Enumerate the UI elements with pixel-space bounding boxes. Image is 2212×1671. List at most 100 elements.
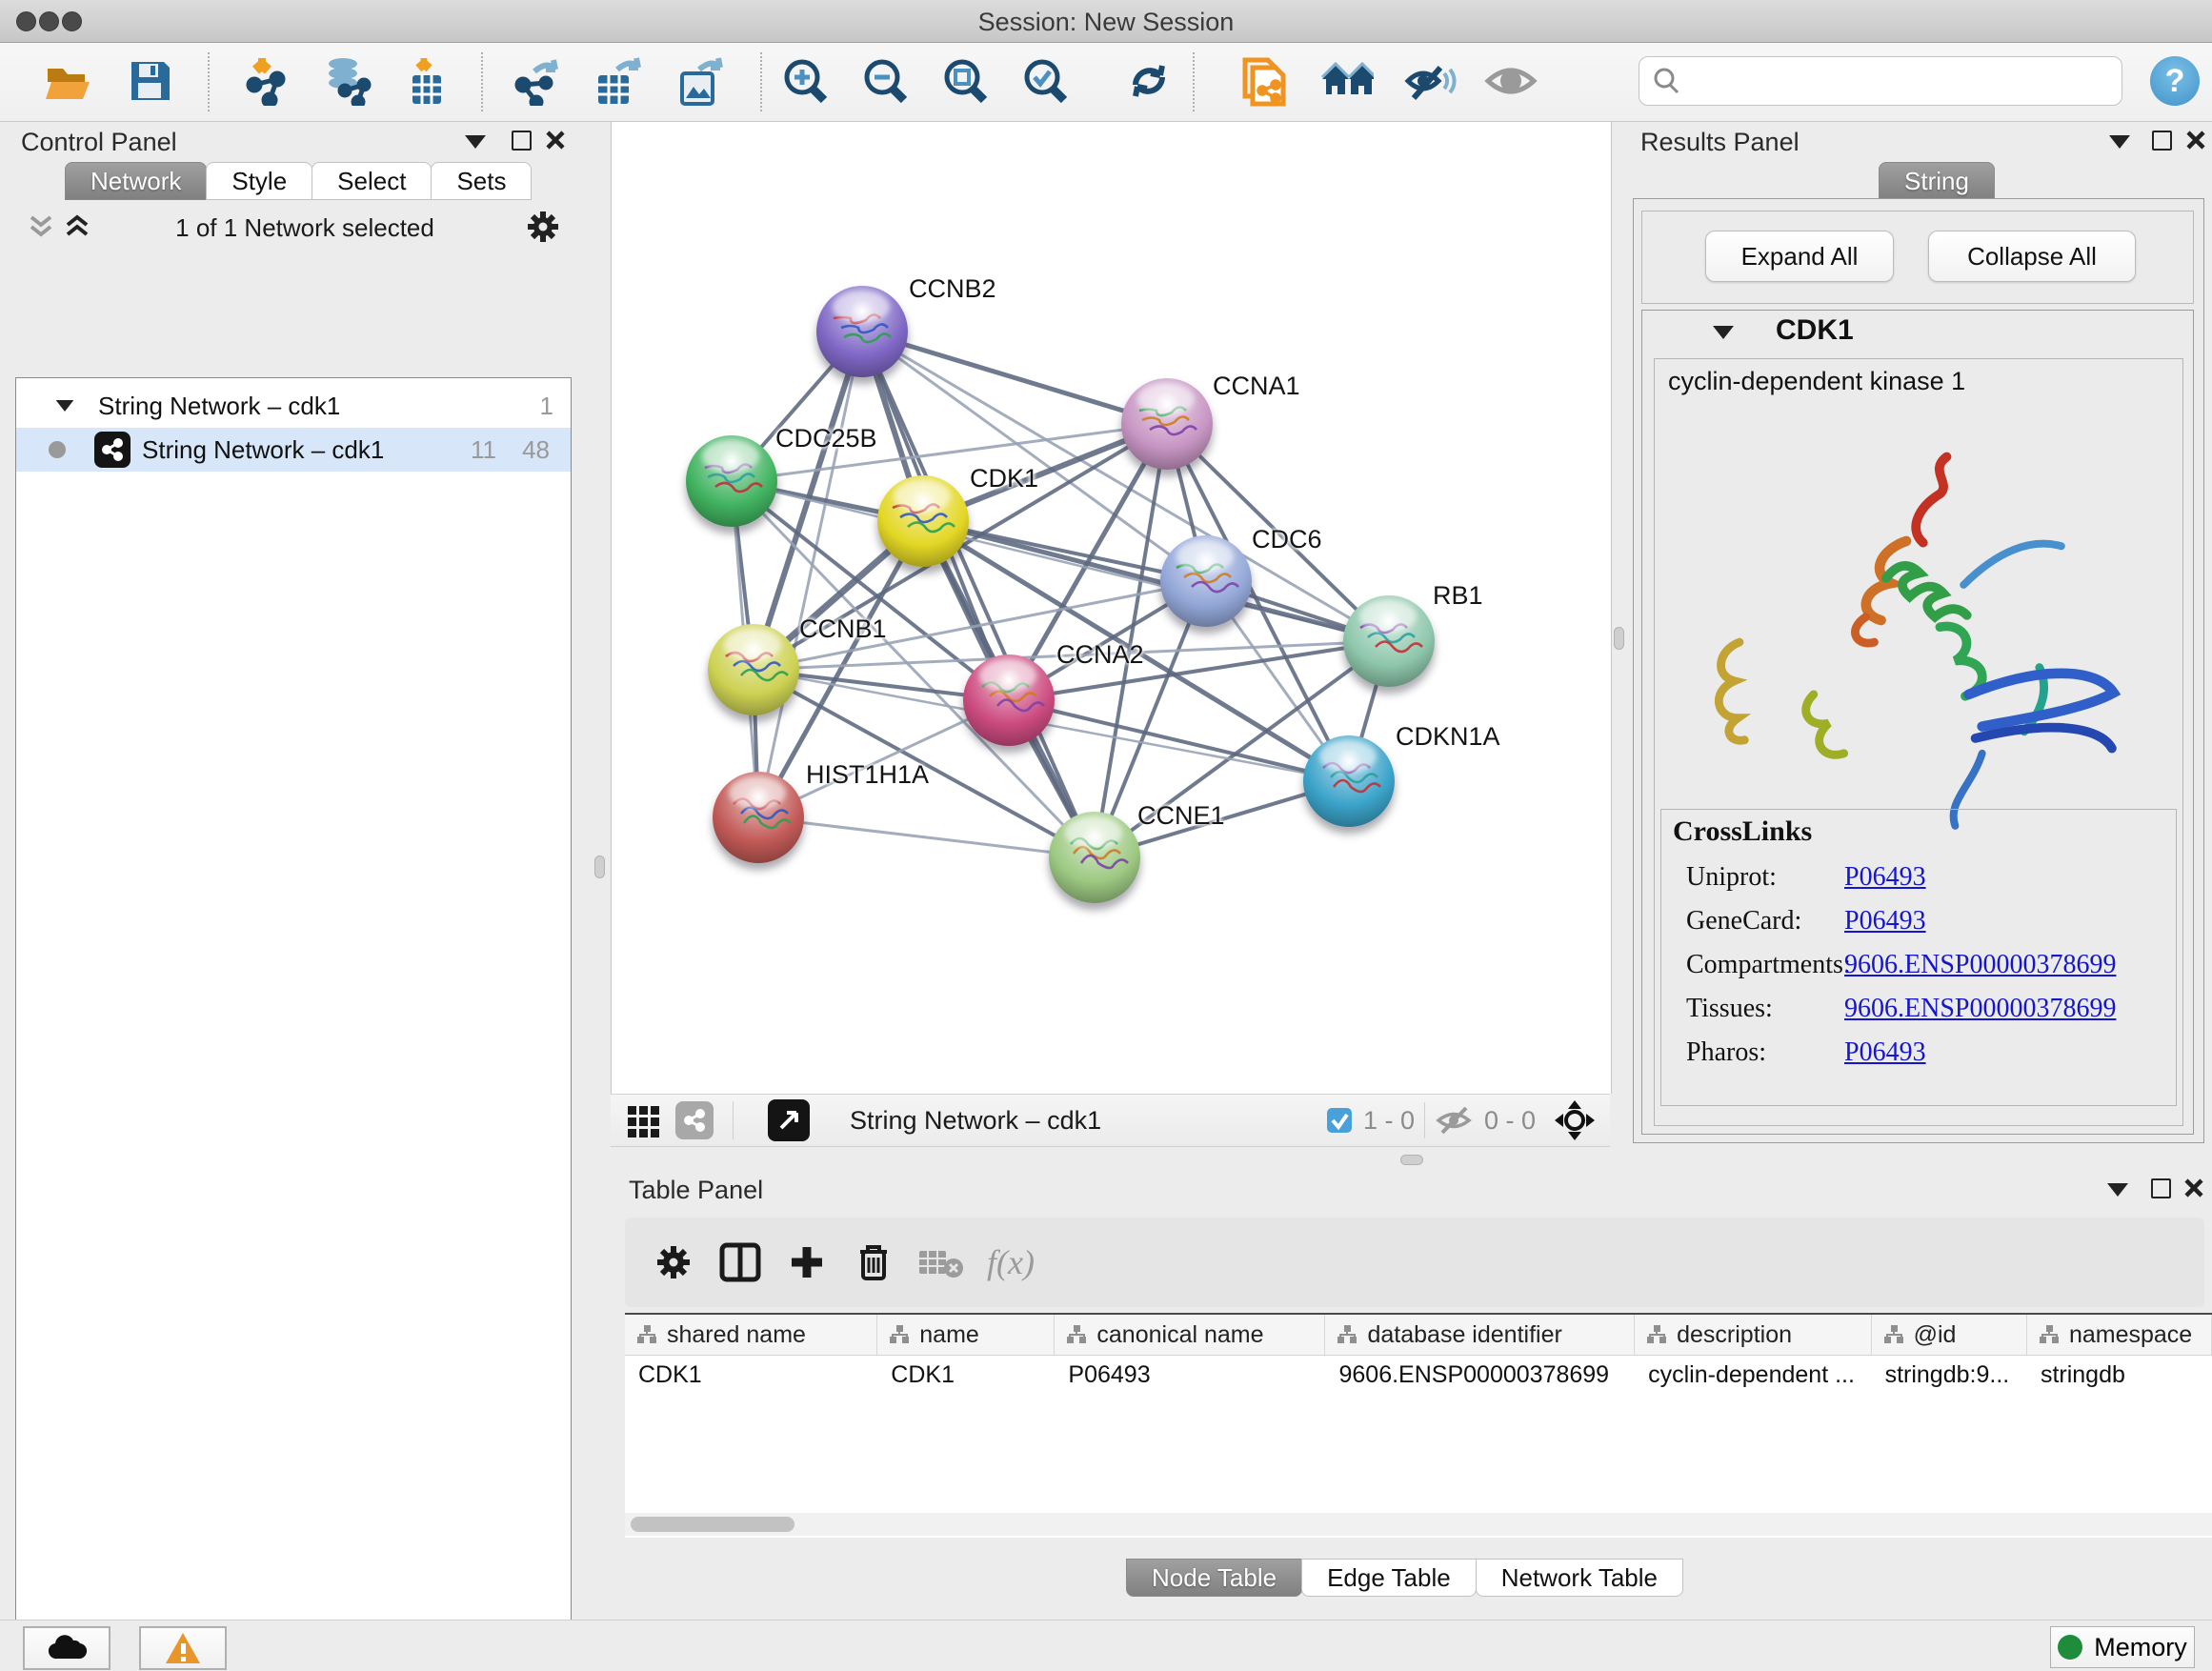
table-cell[interactable]: 9606.ENSP00000378699 — [1326, 1356, 1636, 1394]
import-network-database-button[interactable] — [320, 54, 373, 108]
add-column-icon[interactable] — [774, 1234, 840, 1291]
table-cell[interactable]: stringdb — [2027, 1356, 2212, 1394]
zoom-selected-button[interactable] — [1019, 54, 1073, 108]
hscrollbar-thumb[interactable] — [631, 1517, 794, 1532]
results-panel-menu-icon[interactable] — [2109, 135, 2130, 149]
view-title: String Network – cdk1 — [850, 1106, 1101, 1136]
column-header-id[interactable]: @id — [1872, 1315, 2027, 1355]
crosslink-link[interactable]: 9606.ENSP00000378699 — [1844, 950, 2116, 980]
import-table-button[interactable] — [400, 54, 453, 108]
disabled-eye-icon[interactable] — [1484, 54, 1538, 108]
network-canvas[interactable]: CCNB2CCNA1CDC25BCDK1CDC6RB1CCNB1CCNA2CDK… — [611, 122, 1612, 1094]
cloud-button[interactable] — [23, 1626, 111, 1670]
status-bar: Memory — [0, 1620, 2212, 1671]
grid-view-icon[interactable] — [626, 1102, 662, 1138]
column-header-description[interactable]: description — [1635, 1315, 1871, 1355]
network-node-ccnb1[interactable] — [708, 624, 799, 715]
table-row[interactable]: CDK1CDK1P064939606.ENSP00000378699cyclin… — [625, 1356, 2212, 1394]
control-panel-close-icon[interactable] — [545, 130, 566, 151]
collapse-all-button[interactable]: Collapse All — [1928, 231, 2136, 282]
table-panel-menu-icon[interactable] — [2107, 1183, 2128, 1197]
left-splitter-handle[interactable] — [594, 856, 605, 878]
table-cell[interactable]: P06493 — [1055, 1356, 1325, 1394]
crosslink-link[interactable]: P06493 — [1844, 862, 1926, 893]
warnings-button[interactable] — [139, 1626, 227, 1670]
table-panel-close-icon[interactable] — [2183, 1178, 2204, 1198]
crosslink-link[interactable]: 9606.ENSP00000378699 — [1844, 994, 2116, 1024]
network-node-cdkn1a[interactable] — [1303, 735, 1395, 827]
results-panel-float-icon[interactable] — [2152, 131, 2172, 151]
import-network-file-button[interactable] — [238, 54, 292, 108]
share-view-icon[interactable] — [675, 1101, 714, 1139]
open-view-new-window-icon[interactable] — [768, 1099, 810, 1141]
table-settings-gear-icon[interactable] — [640, 1234, 707, 1291]
column-header-namespace[interactable]: namespace — [2027, 1315, 2212, 1355]
network-node-cdk1[interactable] — [877, 475, 969, 567]
tab-sets[interactable]: Sets — [431, 162, 532, 200]
network-node-ccna2[interactable] — [963, 654, 1055, 746]
results-panel-close-icon[interactable] — [2185, 130, 2206, 151]
network-node-ccnb2[interactable] — [816, 286, 908, 377]
search-input[interactable] — [1691, 66, 2122, 97]
open-session-button[interactable] — [42, 54, 95, 108]
table-cell[interactable]: CDK1 — [877, 1356, 1055, 1394]
collapse-all-networks-icon[interactable] — [27, 213, 55, 240]
expand-all-button[interactable]: Expand All — [1705, 231, 1894, 282]
export-table-button[interactable] — [591, 54, 644, 108]
tab-network[interactable]: Network — [65, 162, 207, 200]
delete-table-icon[interactable] — [907, 1234, 974, 1291]
network-node-ccne1[interactable] — [1049, 812, 1140, 903]
delete-column-icon[interactable] — [840, 1234, 907, 1291]
crosslink-link[interactable]: P06493 — [1844, 906, 1926, 936]
control-panel-float-icon[interactable] — [512, 131, 532, 151]
network-row-selected[interactable]: String Network – cdk1 11 48 — [16, 428, 571, 472]
network-node-cdc25b[interactable] — [686, 435, 777, 527]
apply-layout-button[interactable] — [1122, 54, 1176, 108]
table-cell[interactable]: CDK1 — [625, 1356, 877, 1394]
export-image-button[interactable] — [673, 54, 726, 108]
help-button[interactable]: ? — [2150, 56, 2200, 106]
network-node-ccna1[interactable] — [1121, 378, 1213, 470]
tab-edge-table[interactable]: Edge Table — [1301, 1559, 1477, 1597]
table-cell[interactable]: cyclin-dependent ... — [1635, 1356, 1871, 1394]
share-document-button[interactable] — [1238, 54, 1292, 108]
network-collection-row[interactable]: String Network – cdk1 1 — [16, 384, 571, 428]
network-node-hist1h1a[interactable] — [713, 772, 804, 863]
column-header-canonical-name[interactable]: canonical name — [1055, 1315, 1325, 1355]
right-splitter-handle[interactable] — [1614, 627, 1624, 650]
network-options-gear-icon[interactable] — [524, 208, 562, 246]
birdseye-navigator-icon[interactable] — [1553, 1098, 1597, 1142]
expand-all-networks-icon[interactable] — [63, 213, 91, 240]
column-header-shared-name[interactable]: shared name — [625, 1315, 877, 1355]
crosslink-link[interactable]: P06493 — [1844, 1037, 1926, 1068]
control-panel-menu-icon[interactable] — [465, 135, 486, 149]
tab-string[interactable]: String — [1879, 162, 1995, 200]
entry-expander-icon[interactable] — [1713, 326, 1734, 339]
tab-style[interactable]: Style — [206, 162, 312, 200]
tab-select[interactable]: Select — [312, 162, 432, 200]
table-cell[interactable]: stringdb:9... — [1872, 1356, 2027, 1394]
hidden-eye-icon[interactable] — [1435, 1104, 1475, 1137]
zoom-in-button[interactable] — [779, 54, 833, 108]
crosslink-label: Uniprot: — [1686, 862, 1844, 893]
export-network-button[interactable] — [510, 54, 563, 108]
network-view-toolbar: String Network – cdk1 1 - 0 0 - 0 — [611, 1094, 1610, 1147]
function-builder-button[interactable]: f(x) — [987, 1242, 1035, 1282]
network-node-rb1[interactable] — [1343, 595, 1435, 687]
column-header-name[interactable]: name — [877, 1315, 1055, 1355]
selected-checkbox-icon[interactable] — [1325, 1106, 1354, 1135]
zoom-out-button[interactable] — [859, 54, 913, 108]
tab-node-table[interactable]: Node Table — [1126, 1559, 1302, 1597]
table-panel-float-icon[interactable] — [2151, 1178, 2171, 1198]
column-header-database-identifier[interactable]: database identifier — [1325, 1315, 1635, 1355]
memory-button[interactable]: Memory — [2050, 1626, 2195, 1668]
enable-glass-eye-icon[interactable] — [1404, 54, 1458, 108]
network-node-cdc6[interactable] — [1160, 535, 1252, 627]
show-column-icon[interactable] — [707, 1234, 774, 1291]
bottom-splitter-handle[interactable] — [1400, 1155, 1423, 1165]
zoom-fit-button[interactable] — [939, 54, 993, 108]
tab-network-table[interactable]: Network Table — [1476, 1559, 1683, 1597]
collection-expander-icon[interactable] — [56, 400, 74, 412]
string-home-icon[interactable] — [1320, 54, 1374, 108]
save-session-button[interactable] — [124, 54, 177, 108]
